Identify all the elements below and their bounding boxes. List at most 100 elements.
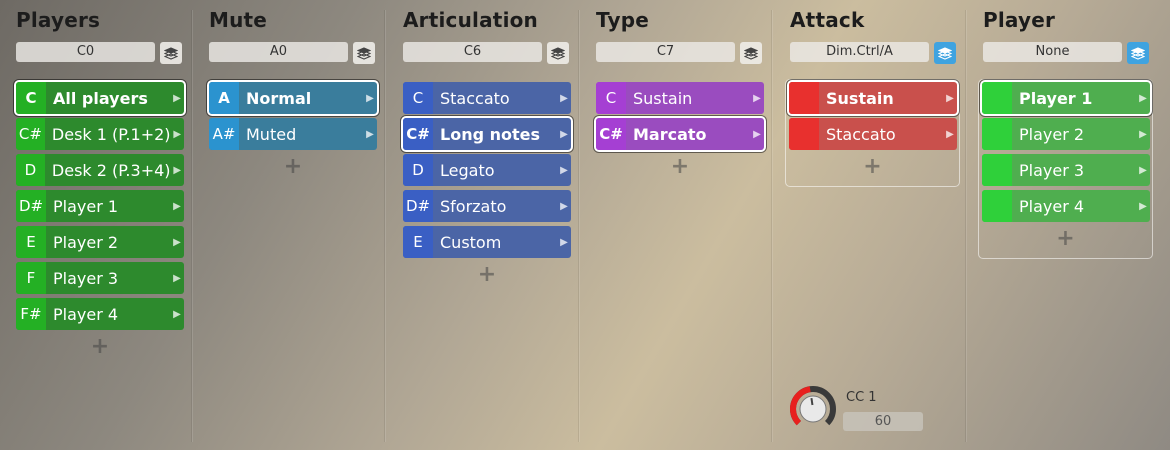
column-title: Articulation [403,8,538,32]
add-item-button[interactable]: + [403,262,571,292]
item-label: Muted [246,124,297,144]
item-label: Player 4 [1019,196,1085,216]
list-item[interactable]: C All players ▶ [16,82,184,114]
chevron-right-icon[interactable]: ▶ [171,154,184,186]
item-key: A [209,82,239,114]
item-label: Player 2 [1019,124,1085,144]
list-item[interactable]: Staccato ▶ [789,118,957,150]
layer-button[interactable] [740,42,762,64]
item-label: Sustain [633,88,693,108]
list-item[interactable]: Sustain ▶ [789,82,957,114]
column-title: Type [596,8,649,32]
list-item[interactable]: D Desk 2 (P.3+4) ▶ [16,154,184,186]
add-item-button[interactable]: + [786,154,959,184]
column-divider [385,10,386,442]
layer-button[interactable] [353,42,375,64]
list-item[interactable]: C Staccato ▶ [403,82,571,114]
list-item[interactable]: Player 3 ▶ [982,154,1150,186]
chevron-right-icon[interactable]: ▶ [1136,82,1150,114]
trigger-selector[interactable]: None [983,42,1122,62]
chevron-right-icon[interactable]: ▶ [1136,118,1150,150]
column-0: Players C0 C All players ▶ C# Desk 1 (P.1+2) ▶ D… [0,0,193,450]
item-label: Player 1 [1019,88,1093,108]
chevron-right-icon[interactable]: ▶ [170,262,184,294]
chevron-right-icon[interactable]: ▶ [943,82,957,114]
add-item-button[interactable]: + [16,334,184,364]
chevron-right-icon[interactable]: ▶ [557,190,571,222]
layer-button[interactable] [160,42,182,64]
column-title: Player [983,8,1056,32]
layer-button[interactable] [934,42,956,64]
chevron-right-icon[interactable]: ▶ [170,82,184,114]
list-item[interactable]: C# Marcato ▶ [596,118,764,150]
layers-icon [938,47,952,60]
chevron-right-icon[interactable]: ▶ [170,226,184,258]
add-item-button[interactable]: + [209,154,377,184]
chevron-right-icon[interactable]: ▶ [557,82,571,114]
list-item[interactable]: D# Sforzato ▶ [403,190,571,222]
chevron-right-icon[interactable]: ▶ [1136,190,1150,222]
chevron-right-icon[interactable]: ▶ [750,118,764,150]
item-key: D# [16,190,46,222]
list-item[interactable]: F Player 3 ▶ [16,262,184,294]
trigger-selector[interactable]: A0 [209,42,348,62]
articulation-list: Player 1 ▶ Player 2 ▶ Player 3 ▶ Player 4 ▶ + [978,79,1153,259]
trigger-selector[interactable]: C7 [596,42,735,62]
item-key [982,82,1012,114]
chevron-right-icon[interactable]: ▶ [557,118,571,150]
list-item[interactable]: C Sustain ▶ [596,82,764,114]
item-label: Sforzato [440,196,507,216]
knob-graphic [790,386,836,426]
trigger-selector[interactable]: C6 [403,42,542,62]
list-item[interactable]: D# Player 1 ▶ [16,190,184,222]
item-label: Player 1 [53,196,119,216]
list-item[interactable]: A# Muted ▶ [209,118,377,150]
chevron-right-icon[interactable]: ▶ [170,190,184,222]
chevron-right-icon[interactable]: ▶ [557,154,571,186]
list-item[interactable]: F# Player 4 ▶ [16,298,184,330]
layer-button[interactable] [547,42,569,64]
item-label: Player 3 [1019,160,1085,180]
layer-button[interactable] [1127,42,1149,64]
cc-value-field[interactable]: 60 [843,412,923,431]
chevron-right-icon[interactable]: ▶ [170,298,184,330]
chevron-right-icon[interactable]: ▶ [1136,154,1150,186]
chevron-right-icon[interactable]: ▶ [557,226,571,258]
layers-icon [744,47,758,60]
item-key: C# [403,118,433,150]
articulation-map-editor: Player None Player 1 ▶ Player 2 ▶ Player 3 ▶ Pla… [0,0,1170,450]
trigger-selector[interactable]: C0 [16,42,155,62]
item-key: A# [209,118,239,150]
column-3: Type C7 C Sustain ▶ C# Marcato ▶ + [580,0,773,450]
chevron-right-icon[interactable]: ▶ [171,118,184,150]
list-item[interactable]: D Legato ▶ [403,154,571,186]
item-key: C# [16,118,45,150]
layers-icon [1131,47,1145,60]
list-item[interactable]: E Player 2 ▶ [16,226,184,258]
item-label: Staccato [440,88,510,108]
item-label: Player 4 [53,304,119,324]
list-item[interactable]: E Custom ▶ [403,226,571,258]
item-label: Sustain [826,88,894,108]
item-key: D# [403,190,433,222]
item-label: All players [53,88,148,108]
add-item-button[interactable]: + [979,226,1152,256]
add-item-button[interactable]: + [596,154,764,184]
column-divider [772,10,773,442]
chevron-right-icon[interactable]: ▶ [363,118,377,150]
list-item[interactable]: Player 4 ▶ [982,190,1150,222]
cc-knob[interactable] [788,384,838,434]
item-key: C# [596,118,626,150]
articulation-list: A Normal ▶ A# Muted ▶ + [209,82,377,184]
chevron-right-icon[interactable]: ▶ [943,118,957,150]
item-key: C [16,82,46,114]
list-item[interactable]: C# Desk 1 (P.1+2) ▶ [16,118,184,150]
chevron-right-icon[interactable]: ▶ [363,82,377,114]
list-item[interactable]: C# Long notes ▶ [403,118,571,150]
chevron-right-icon[interactable]: ▶ [750,82,764,114]
list-item[interactable]: Player 2 ▶ [982,118,1150,150]
trigger-selector[interactable]: Dim.Ctrl/A [790,42,929,62]
list-item[interactable]: A Normal ▶ [209,82,377,114]
list-item[interactable]: Player 1 ▶ [982,82,1150,114]
item-label: Player 2 [53,232,119,252]
